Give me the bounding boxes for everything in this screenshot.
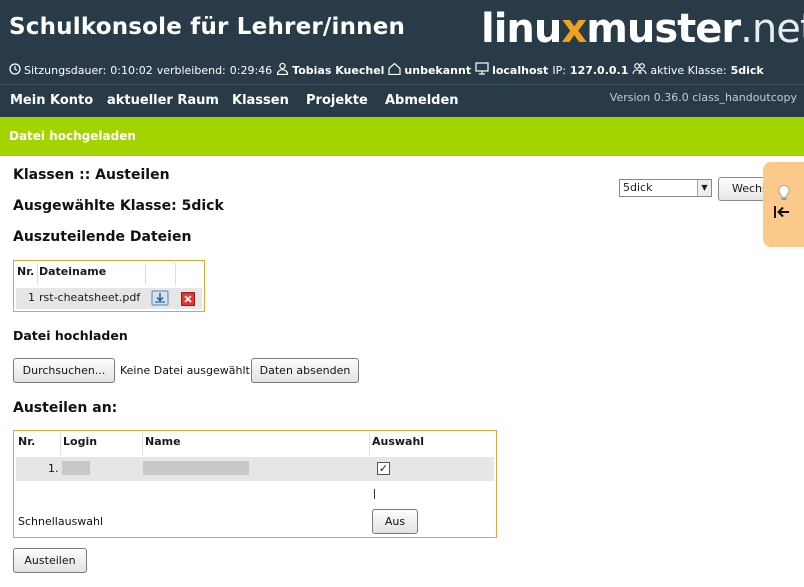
nav-mein-konto[interactable]: Mein Konto [10, 93, 93, 108]
files-col-name: Dateiname [39, 265, 107, 278]
no-file-text: Keine Datei ausgewählt. [120, 364, 254, 377]
app-title: Schulkonsole für Lehrer/innen [9, 14, 406, 40]
redacted-login [62, 461, 90, 475]
users-col-nr: Nr. [18, 435, 36, 448]
group-icon [632, 62, 647, 78]
distribute-heading: Austeilen an: [13, 400, 118, 416]
clock-icon [9, 62, 21, 78]
user-row-nr: 1. [48, 462, 59, 475]
session-value: 0:10:02 [110, 63, 153, 77]
redacted-name [143, 461, 249, 475]
nav-abmelden[interactable]: Abmelden [385, 93, 459, 108]
room-name: unbekannt [404, 63, 472, 77]
side-panel-tab[interactable] [763, 162, 804, 247]
user-icon [276, 62, 289, 78]
header-bar: Schulkonsole für Lehrer/innen linuxmuste… [0, 0, 804, 84]
notice-bar: Datei hochgeladen [0, 117, 804, 156]
browse-button[interactable]: Durchsuchen... [13, 358, 115, 383]
users-col-auswahl: Auswahl [372, 435, 425, 448]
page-heading: Klassen :: Austeilen [13, 167, 170, 183]
nav-projekte[interactable]: Projekte [306, 93, 368, 108]
download-icon[interactable] [151, 290, 169, 306]
file-nr: 1 [28, 291, 35, 304]
user-name: Tobias Kuechel [292, 63, 385, 77]
delete-icon[interactable] [181, 291, 199, 307]
class-label: aktive Klasse: [650, 63, 727, 77]
monitor-icon [475, 62, 489, 78]
quick-select-label: Schnellauswahl [18, 515, 104, 528]
distribute-button[interactable]: Austeilen [13, 548, 87, 573]
version-info: Version 0.36.0 class_handoutcopy [609, 91, 797, 104]
quick-select-off-button[interactable]: Aus [372, 509, 418, 534]
host-name: localhost [492, 63, 549, 77]
session-label: Sitzungsdauer: [24, 63, 107, 77]
files-table: Nr. Dateiname 1 rst-cheatsheet.pdf [13, 260, 205, 312]
submit-data-button[interactable]: Daten absenden [251, 358, 359, 383]
recipients-table: Nr. Login Name Auswahl 1. ✓ Schnellauswa… [13, 430, 497, 538]
nav-klassen[interactable]: Klassen [232, 93, 289, 108]
class-select-value: 5dick [623, 181, 653, 194]
users-col-name: Name [145, 435, 181, 448]
ip-label: IP: [552, 63, 566, 77]
selected-class-heading: Ausgewählte Klasse: 5dick [13, 198, 224, 214]
linuxmuster-logo[interactable]: linuxmuster.net [481, 6, 804, 52]
files-col-nr: Nr. [17, 265, 35, 278]
ip-value: 127.0.0.1 [569, 63, 629, 77]
home-icon [388, 62, 402, 78]
nav-aktueller-raum[interactable]: aktueller Raum [107, 93, 219, 108]
chevron-down-icon: ▼ [697, 180, 711, 196]
collapse-left-icon [773, 204, 791, 225]
select-checkbox[interactable]: ✓ [377, 462, 390, 475]
remaining-value: 0:29:46 [229, 63, 273, 77]
lightbulb-icon [777, 184, 791, 206]
class-select[interactable]: 5dick ▼ [619, 179, 712, 197]
remaining-label: verbleibend: [156, 63, 226, 77]
files-heading: Auszuteilende Dateien [13, 229, 192, 245]
upload-heading: Datei hochladen [13, 328, 128, 343]
users-col-login: Login [63, 435, 98, 448]
text-cursor [374, 489, 375, 499]
active-class: 5dick [730, 63, 764, 77]
status-line: Sitzungsdauer: 0:10:02 verbleibend: 0:29… [9, 62, 764, 78]
file-name: rst-cheatsheet.pdf [39, 291, 141, 304]
main-nav: Mein Konto aktueller Raum Klassen Projek… [0, 84, 804, 117]
notice-text: Datei hochgeladen [9, 129, 136, 143]
